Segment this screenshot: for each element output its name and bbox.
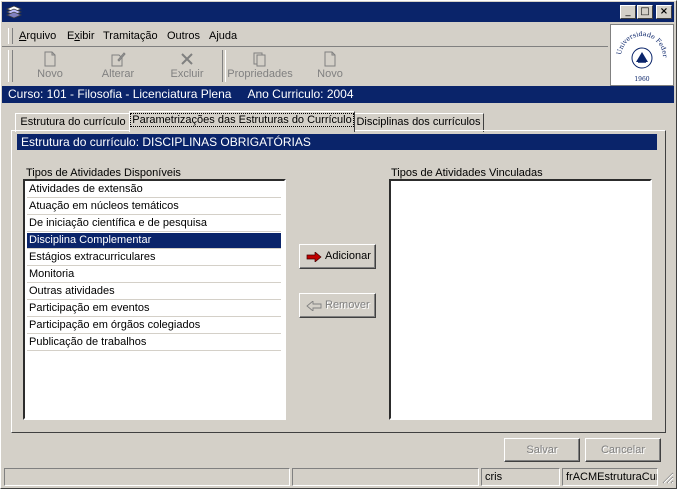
title-bar[interactable]	[2, 2, 674, 22]
remove-button[interactable]: Remover	[299, 293, 376, 318]
menu-grip[interactable]	[8, 28, 13, 44]
list-item[interactable]: Participação em órgãos colegiados	[27, 318, 281, 334]
menu-arquivo[interactable]: Arquivo	[19, 30, 56, 42]
list-item[interactable]: Atividades de extensão	[27, 182, 281, 198]
new-document-icon	[324, 51, 336, 67]
edit-document-icon	[111, 52, 126, 67]
new-document-icon	[44, 51, 56, 67]
maximize-icon: □	[640, 6, 650, 17]
properties-button-label: Propriedades	[227, 68, 293, 80]
menu-outros[interactable]: Outros	[167, 30, 200, 42]
new-button-2-label: Novo	[317, 68, 343, 80]
properties-button[interactable]: Propriedades	[226, 50, 294, 82]
cancel-button-label: Cancelar	[600, 444, 646, 456]
logo-text: Universidade Federal de Santa Maria	[608, 19, 669, 59]
close-button[interactable]: ×	[656, 5, 672, 19]
list-item[interactable]: Monitoria	[27, 267, 281, 283]
status-user: cris	[481, 468, 560, 486]
course-bar: Curso: 101 - Filosofia - Licenciatura Pl…	[2, 86, 674, 103]
list-item[interactable]: Publicação de trabalhos	[27, 335, 281, 351]
toolbar-grip[interactable]	[8, 50, 13, 82]
delete-x-icon	[181, 53, 193, 65]
available-list-label: Tipos de Atividades Disponíveis	[26, 167, 181, 179]
curriculum-year-label: Ano Curriculo: 2004	[247, 87, 354, 101]
list-item[interactable]: Outras atividades	[27, 284, 281, 300]
tab-parametrizacoes[interactable]: Parametrizações das Estruturas do Curríc…	[129, 111, 355, 132]
remove-button-label: Remover	[325, 299, 370, 311]
svg-text:Universidade Federal de Santa: Universidade Federal de Santa Maria	[611, 25, 669, 59]
arrow-right-icon	[306, 252, 322, 262]
linked-list-label: Tipos de Atividades Vinculadas	[391, 167, 543, 179]
panel-header: Estrutura do currículo: DISCIPLINAS OBRI…	[17, 134, 657, 150]
delete-button[interactable]: Excluir	[159, 50, 215, 82]
edit-button-label: Alterar	[101, 68, 135, 80]
app-icon[interactable]	[5, 5, 23, 19]
toolbar: Novo Alterar Excluir Propriedades Novo	[2, 46, 608, 84]
new-button-2[interactable]: Novo	[302, 50, 358, 82]
save-button[interactable]: Salvar	[504, 438, 580, 462]
edit-button[interactable]: Alterar	[90, 50, 146, 82]
status-form-name: frACMEstruturaCurr	[562, 468, 658, 486]
add-button-label: Adicionar	[325, 250, 371, 262]
list-item[interactable]: Participação em eventos	[27, 301, 281, 317]
menu-exibir[interactable]: Exibir	[67, 30, 95, 42]
new-button[interactable]: Novo	[22, 50, 78, 82]
menu-tramitacao[interactable]: Tramitação	[103, 30, 158, 42]
minimize-button[interactable]: _	[620, 5, 636, 19]
new-button-label: Novo	[37, 68, 63, 80]
resize-grip-icon[interactable]	[660, 470, 674, 484]
maximize-button[interactable]: □	[637, 5, 653, 19]
cancel-button[interactable]: Cancelar	[585, 438, 661, 462]
minimize-icon: _	[625, 6, 631, 17]
list-item[interactable]: Atuação em núcleos temáticos	[27, 199, 281, 215]
close-icon: ×	[659, 6, 669, 17]
linked-activities-list[interactable]	[389, 179, 652, 420]
menu-bar: Arquivo Exibir Tramitação Outros Ajuda	[2, 24, 608, 46]
university-logo: Universidade Federal de Santa Maria 1960	[608, 19, 674, 86]
save-button-label: Salvar	[526, 444, 558, 456]
menu-ajuda[interactable]: Ajuda	[209, 30, 237, 42]
available-activities-list[interactable]: Atividades de extensão Atuação em núcleo…	[23, 179, 286, 420]
list-item-selected[interactable]: Disciplina Complementar	[27, 233, 281, 249]
arrow-left-icon	[306, 301, 322, 311]
status-panel-2	[292, 468, 479, 486]
status-panel-1	[4, 468, 290, 486]
logo-year: 1960	[634, 76, 649, 83]
add-button[interactable]: Adicionar	[299, 244, 376, 269]
delete-button-label: Excluir	[170, 68, 204, 80]
list-item[interactable]: De iniciação científica e de pesquisa	[27, 216, 281, 232]
properties-icon	[253, 52, 266, 67]
list-item[interactable]: Estágios extracurriculares	[27, 250, 281, 266]
course-label: Curso: 101 - Filosofia - Licenciatura Pl…	[8, 87, 232, 101]
